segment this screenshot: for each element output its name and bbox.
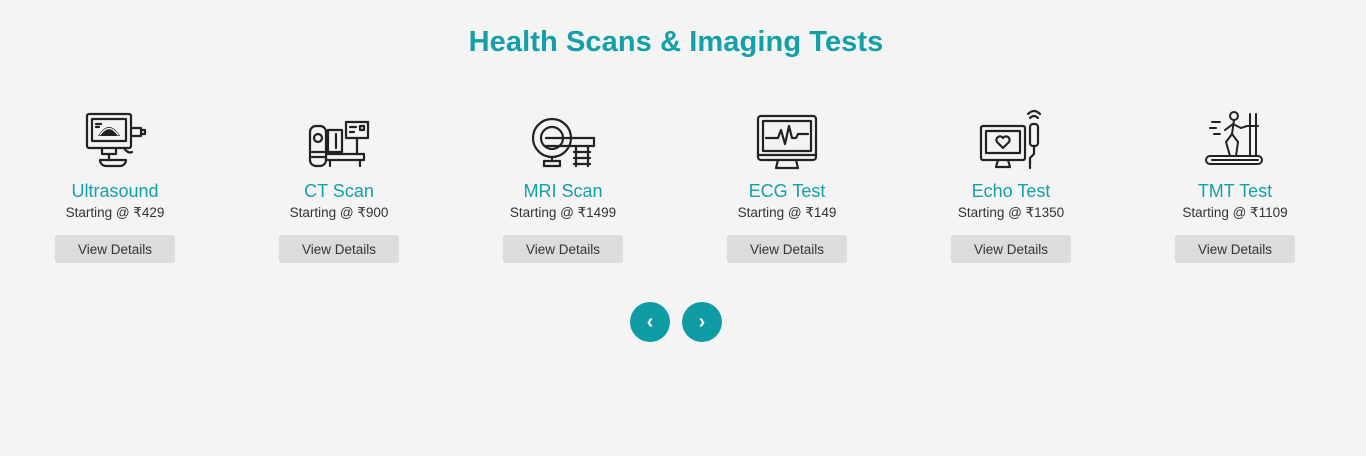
view-details-button-tmt-test[interactable]: View Details xyxy=(1175,235,1295,263)
scan-card-ecg-test: ECG Test Starting @ ₹149 View Details xyxy=(675,108,899,263)
scan-card-ct-scan: CT Scan Starting @ ₹900 View Details xyxy=(227,108,451,263)
view-details-button-ct-scan[interactable]: View Details xyxy=(279,235,399,263)
scan-card-mri-scan: MRI Scan Starting @ ₹1499 View Details xyxy=(451,108,675,263)
view-details-button-mri-scan[interactable]: View Details xyxy=(503,235,623,263)
ct-scanner-icon xyxy=(304,108,374,174)
card-title: Ultrasound xyxy=(71,181,159,201)
carousel-next-button[interactable]: › xyxy=(682,302,722,342)
view-details-button-ultrasound[interactable]: View Details xyxy=(55,235,175,263)
scan-card-ultrasound: Ultrasound Starting @ ₹429 View Details xyxy=(3,108,227,263)
card-price: Starting @ ₹429 xyxy=(65,205,165,220)
card-title: TMT Test xyxy=(1197,181,1273,201)
card-price: Starting @ ₹149 xyxy=(737,205,837,220)
card-price: Starting @ ₹1109 xyxy=(1182,205,1288,220)
section-title: Health Scans & Imaging Tests xyxy=(468,26,884,58)
carousel-navigation: ‹ › xyxy=(630,302,722,342)
health-scans-section: Health Scans & Imaging Tests Ultrasound … xyxy=(0,0,1366,456)
view-details-button-echo-test[interactable]: View Details xyxy=(951,235,1071,263)
echo-heart-monitor-icon xyxy=(976,108,1046,174)
scan-card-echo-test: Echo Test Starting @ ₹1350 View Details xyxy=(899,108,1123,263)
view-details-button-ecg-test[interactable]: View Details xyxy=(727,235,847,263)
scan-cards-carousel: Ultrasound Starting @ ₹429 View Details xyxy=(3,108,1347,263)
card-price: Starting @ ₹1350 xyxy=(957,205,1065,220)
card-title: MRI Scan xyxy=(523,181,603,201)
mri-scanner-icon xyxy=(528,108,598,174)
ultrasound-machine-icon xyxy=(80,108,150,174)
card-price: Starting @ ₹1499 xyxy=(509,205,617,220)
card-price: Starting @ ₹900 xyxy=(289,205,389,220)
carousel-prev-button[interactable]: ‹ xyxy=(630,302,670,342)
ecg-monitor-icon xyxy=(752,108,822,174)
card-title: ECG Test xyxy=(748,181,826,201)
scan-card-tmt-test: TMT Test Starting @ ₹1109 View Details xyxy=(1123,108,1347,263)
card-title: CT Scan xyxy=(304,181,374,201)
treadmill-test-icon xyxy=(1200,108,1270,174)
card-title: Echo Test xyxy=(971,181,1051,201)
